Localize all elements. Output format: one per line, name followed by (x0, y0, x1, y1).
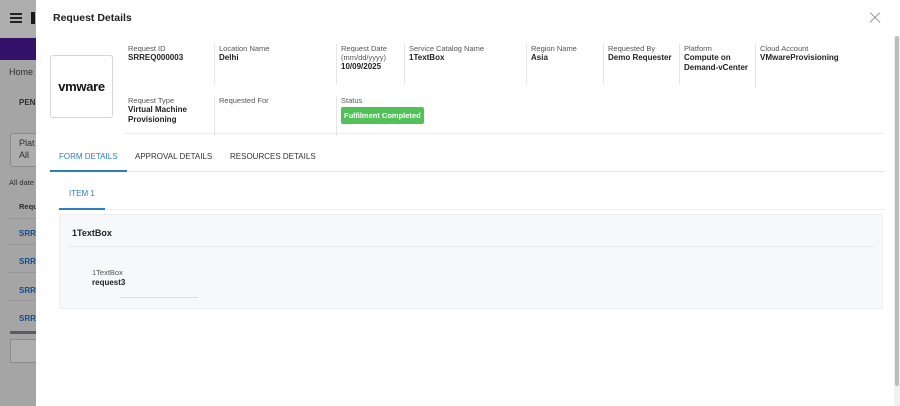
field-platform: Platform Compute on Demand-vCenter (680, 44, 756, 88)
status-badge: Fulfilment Completed (341, 107, 424, 124)
panel-header: Request Details (36, 0, 900, 36)
divider (68, 246, 874, 247)
form-field-label: 1TextBox (92, 268, 123, 277)
field-region-name: Region Name Asia (527, 44, 604, 84)
tab-form-details[interactable]: FORM DETAILS (50, 144, 127, 172)
form-section-title: 1TextBox (72, 228, 112, 238)
field-cloud-account: Cloud Account VMwareProvisioning (756, 44, 866, 84)
field-value: Demo Requester (608, 53, 672, 62)
form-details-card: 1TextBox 1TextBox request3 (59, 214, 883, 309)
field-requested-for: Requested For (215, 96, 337, 136)
panel-title: Request Details (53, 12, 132, 24)
vmware-logo: vmware (50, 55, 113, 118)
field-requested-by: Requested By Demo Requester (604, 44, 680, 84)
field-value: 1TextBox (409, 53, 445, 62)
request-info-grid: Request ID SRREQ000003 Location Name Del… (124, 44, 884, 136)
tab-resources-details[interactable]: RESOURCES DETAILS (221, 144, 325, 172)
detail-tabs: FORM DETAILS APPROVAL DETAILS RESOURCES … (50, 144, 885, 172)
field-request-date: Request Date (mm/dd/yyyy) 10/09/2025 (337, 44, 405, 84)
field-service-catalog-name: Service Catalog Name 1TextBox (405, 44, 527, 84)
tab-item-1[interactable]: ITEM 1 (59, 180, 105, 210)
field-status: Status Fulfilment Completed (337, 96, 457, 136)
field-value: SRREQ000003 (128, 53, 184, 62)
form-field-underline (120, 297, 198, 298)
field-label: Platform (684, 44, 712, 53)
item-tabs: ITEM 1 (59, 180, 885, 210)
field-request-type: Request Type Virtual Machine Provisionin… (124, 96, 215, 136)
tab-approval-details[interactable]: APPROVAL DETAILS (126, 144, 221, 172)
field-value: Compute on Demand-vCenter (684, 53, 749, 72)
vmware-logo-text: vmware (58, 79, 105, 94)
field-label: Status (341, 96, 363, 105)
field-request-id: Request ID SRREQ000003 (124, 44, 215, 84)
request-details-panel: Request Details vmware Request ID SRREQ0… (36, 0, 900, 406)
field-value: VMwareProvisioning (760, 53, 839, 62)
field-label: Requested By (608, 44, 656, 53)
panel-scrollbar[interactable] (894, 36, 900, 406)
field-label: Location Name (219, 44, 270, 53)
field-label: Cloud Account (760, 44, 809, 53)
field-value: Virtual Machine Provisioning (128, 105, 187, 124)
form-field-value: request3 (92, 278, 126, 287)
field-label: Region Name (531, 44, 577, 53)
field-label: Request Type (128, 96, 175, 105)
field-label: Requested For (219, 96, 269, 105)
field-label: Service Catalog Name (409, 44, 485, 53)
field-location-name: Location Name Delhi (215, 44, 337, 84)
field-value: Delhi (219, 53, 239, 62)
field-label: Request Date (mm/dd/yyyy) (341, 44, 387, 62)
field-value: Asia (531, 53, 548, 62)
field-value: 10/09/2025 (341, 62, 382, 71)
scrollbar-thumb[interactable] (895, 36, 899, 386)
field-label: Request ID (128, 44, 166, 53)
close-icon[interactable] (867, 10, 883, 26)
